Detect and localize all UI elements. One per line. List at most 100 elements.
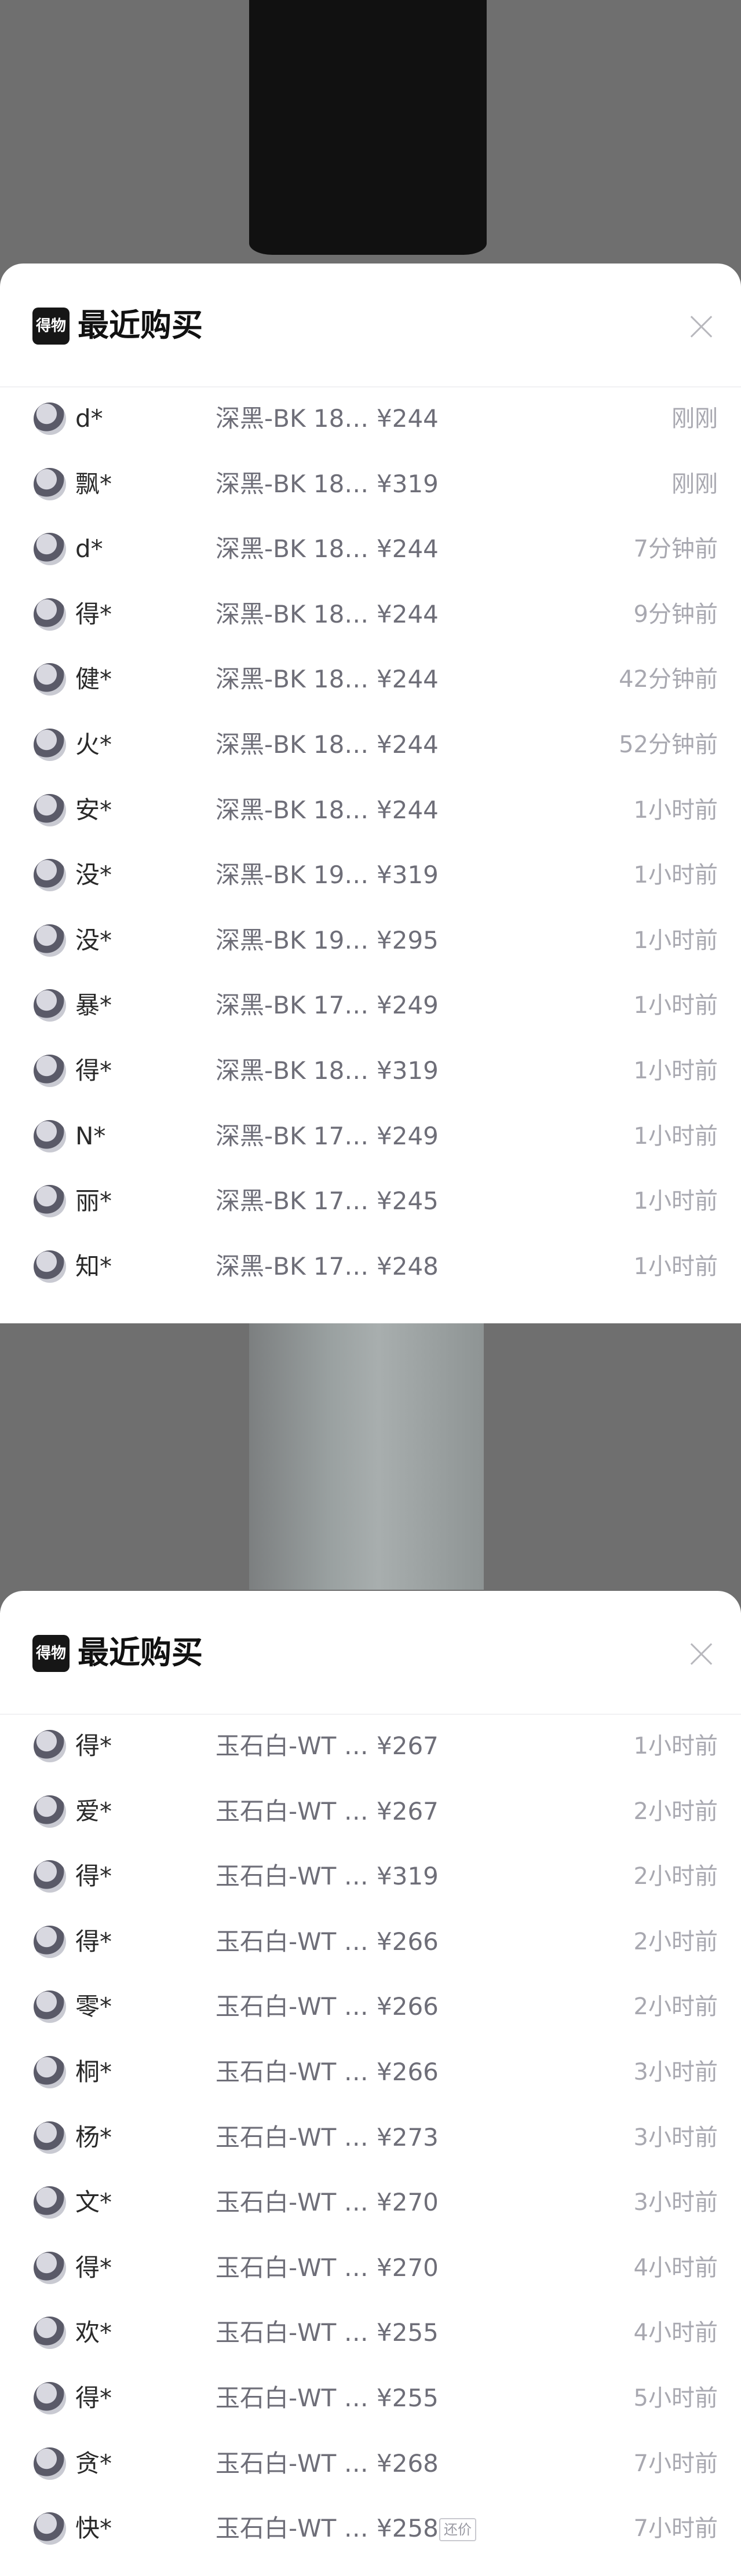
product-image-backdrop [0,1323,741,1613]
purchase-time: 1小时前 [633,927,718,954]
avatar [34,1185,66,1218]
purchase-time: 7小时前 [633,2450,718,2477]
item-spec: 深黑-BK 18… [216,795,369,824]
app-logo: 得物 [32,308,70,345]
item-spec: 深黑-BK 18… [216,469,369,498]
avatar [34,1795,66,1828]
recent-purchases-sheet: 得物 最近购买 d* 深黑-BK 18… ¥244 刚刚 飘* 深黑-BK 18… [0,264,741,1323]
item-price: ¥244 [377,795,439,824]
item-spec: 深黑-BK 18… [216,404,369,433]
product-image [249,1323,484,1590]
list-item: 快* 玉石白-WT … ¥258 还价 7小时前 [0,2496,741,2562]
buyer-name: 得* [75,2253,112,2282]
item-price: ¥249 [377,1121,439,1150]
avatar [34,2186,66,2219]
item-spec: 玉石白-WT … [216,2514,368,2543]
item-spec: 玉石白-WT … [216,1862,368,1891]
avatar [34,1250,66,1283]
list-item: 没* 深黑-BK 19… ¥295 1小时前 [0,908,741,974]
sheet-title: 最近购买 [78,1634,203,1671]
avatar [34,989,66,1022]
item-price: ¥249 [377,991,439,1020]
list-item: 桐* 玉石白-WT … ¥266 3小时前 [0,2040,741,2105]
list-item: 文* 玉石白-WT … ¥270 3小时前 [0,2170,741,2235]
purchase-list: 得* 玉石白-WT … ¥267 1小时前 爱* 玉石白-WT … ¥267 2… [0,1714,741,2562]
item-price: ¥244 [377,535,439,564]
buyer-name: 暴* [75,991,112,1020]
item-spec: 玉石白-WT … [216,2057,368,2086]
purchase-time: 4小时前 [633,2319,718,2347]
item-spec: 玉石白-WT … [216,1927,368,1956]
avatar [34,2512,66,2545]
item-price: ¥266 [377,2057,439,2086]
item-spec: 深黑-BK 18… [216,730,369,759]
buyer-name: N* [75,1121,106,1150]
item-price: ¥268 [377,2449,439,2478]
purchase-time: 2小时前 [633,1928,718,1955]
avatar [34,924,66,957]
purchase-time: 2小时前 [633,1863,718,1890]
item-price: ¥270 [377,2253,439,2282]
list-item: d* 深黑-BK 18… ¥244 刚刚 [0,386,741,452]
list-item: 杨* 玉石白-WT … ¥273 3小时前 [0,2105,741,2171]
buyer-name: 得* [75,2383,112,2412]
sheet-title: 最近购买 [78,307,203,343]
purchase-list: d* 深黑-BK 18… ¥244 刚刚 飘* 深黑-BK 18… ¥319 刚… [0,386,741,1299]
avatar [34,402,66,435]
purchase-time: 3小时前 [633,2124,718,2151]
recent-purchases-sheet: 得物 最近购买 得* 玉石白-WT … ¥267 1小时前 爱* 玉石白-WT … [0,1591,741,2576]
buyer-name: 安* [75,795,112,824]
buyer-name: 欢* [75,2318,112,2347]
buyer-name: 爱* [75,1796,112,1825]
item-spec: 玉石白-WT … [216,2188,368,2217]
item-spec: 深黑-BK 19… [216,861,369,890]
item-price: ¥270 [377,2188,439,2217]
avatar [34,2121,66,2154]
purchase-time: 5小时前 [633,2384,718,2412]
avatar [34,1054,66,1087]
avatar [34,2055,66,2088]
purchase-time: 1小时前 [633,862,718,889]
close-icon[interactable] [687,1640,716,1668]
purchase-time: 7小时前 [633,2515,718,2542]
purchase-time: 刚刚 [671,470,718,497]
purchase-time: 42分钟前 [619,666,718,693]
item-spec: 玉石白-WT … [216,2318,368,2347]
purchase-time: 1小时前 [633,992,718,1019]
list-item: 健* 深黑-BK 18… ¥244 42分钟前 [0,647,741,712]
purchase-time: 1小时前 [633,1253,718,1280]
purchase-time: 9分钟前 [633,601,718,628]
avatar [34,2317,66,2350]
item-spec: 深黑-BK 17… [216,1121,369,1150]
avatar [34,728,66,761]
item-price: ¥319 [377,861,439,890]
purchase-time: 1小时前 [633,1733,718,1759]
product-image-backdrop [0,0,741,301]
item-price: ¥244 [377,599,439,628]
item-price: ¥245 [377,1187,439,1216]
bargain-badge[interactable]: 还价 [439,2518,476,2542]
item-spec: 深黑-BK 17… [216,991,369,1020]
avatar [34,859,66,892]
item-spec: 深黑-BK 18… [216,535,369,564]
buyer-name: 杨* [75,2123,112,2151]
item-spec: 深黑-BK 19… [216,925,369,954]
buyer-name: 零* [75,1992,112,2021]
list-item: 得* 深黑-BK 18… ¥244 9分钟前 [0,582,741,647]
purchase-time: 2小时前 [633,1993,718,2021]
product-image [249,0,487,255]
item-price: ¥267 [377,1796,439,1825]
buyer-name: 快* [75,2514,112,2543]
list-item: 零* 玉石白-WT … ¥266 2小时前 [0,1974,741,2040]
item-spec: 玉石白-WT … [216,1796,368,1825]
list-item: 暴* 深黑-BK 17… ¥249 1小时前 [0,973,741,1038]
list-item: 贪* 玉石白-WT … ¥268 7小时前 [0,2431,741,2497]
buyer-name: 丽* [75,1187,112,1216]
buyer-name: 得* [75,1927,112,1956]
item-spec: 玉石白-WT … [216,1732,368,1760]
buyer-name: 没* [75,861,112,890]
buyer-name: 没* [75,925,112,954]
avatar [34,467,66,500]
close-icon[interactable] [687,312,716,341]
avatar [34,533,66,566]
